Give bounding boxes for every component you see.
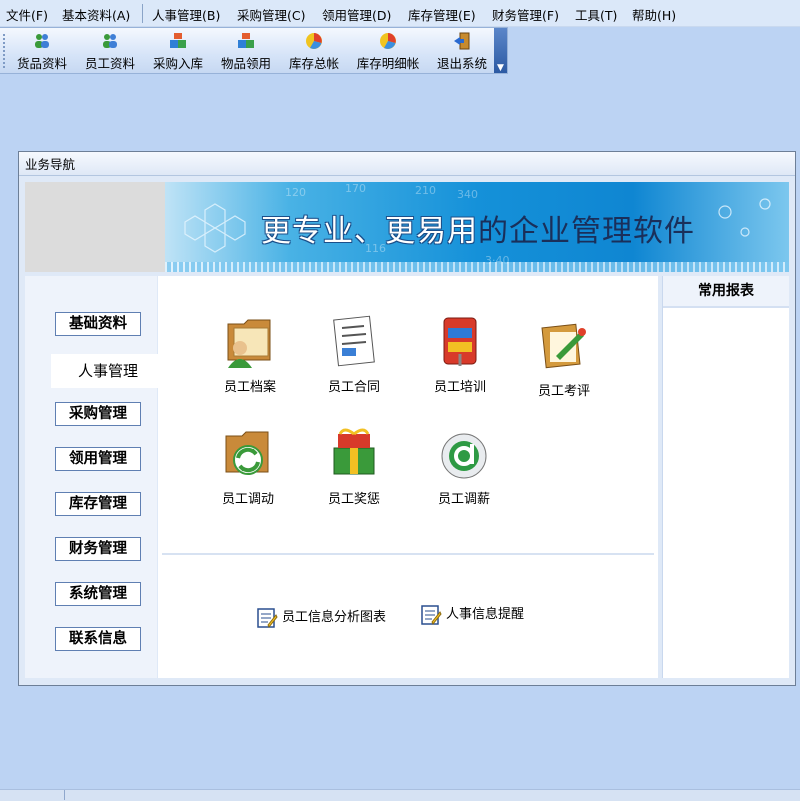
pie-chart-icon: [380, 33, 396, 49]
banner: 120 170 116 210 340 3·40 更专业、更易用的企业管理软件: [165, 182, 789, 272]
banner-slogan-part2: 的企业管理软件: [478, 214, 695, 249]
common-reports-title: 常用报表: [663, 276, 789, 308]
status-bar-cell: [0, 790, 65, 800]
toolbar-purchase-in-button[interactable]: 采购入库: [150, 30, 206, 72]
report-icon: [421, 604, 442, 625]
quick-link-label: 人事信息提醒: [446, 607, 525, 622]
toolbar-grip[interactable]: [3, 34, 5, 68]
menu-bar: 文件(F) 基本资料(A) 人事管理(B) 采购管理(C) 领用管理(D) 库存…: [0, 0, 800, 27]
module-panel: 员工档案 员工合同 员工培训 员工考评 员工调动 员工奖惩 员工调薪 员工信息分…: [158, 276, 658, 678]
banner-ruler-strip: [165, 262, 789, 272]
contract-icon: [333, 315, 375, 367]
evaluation-icon: [541, 323, 586, 369]
toolbar-requisition-button[interactable]: 物品领用: [218, 30, 274, 72]
banner-slogan-part1: 更专业、更易用: [261, 214, 478, 249]
module-employee-reward[interactable]: 员工奖惩: [314, 426, 394, 507]
reward-gift-icon: [333, 428, 375, 475]
banner-left-panel: [25, 182, 165, 272]
toolbar-exit-button[interactable]: 退出系统: [434, 30, 490, 72]
menu-finance[interactable]: 财务管理(F): [492, 5, 559, 24]
toolbar-label: 退出系统: [436, 56, 487, 71]
business-navigation-window: 业务导航 120 170 116 210 340 3·40 更专业、更易用的企业管理软件…: [18, 151, 796, 686]
people-icon: [35, 34, 49, 48]
module-label: 员工合同: [327, 380, 380, 395]
nav-purchase-management[interactable]: 采购管理: [55, 402, 141, 426]
module-label: 员工考评: [537, 384, 590, 399]
toolbar-label: 物品领用: [220, 56, 271, 71]
common-reports-panel: 常用报表: [662, 276, 789, 678]
exit-door-icon: [454, 32, 470, 50]
menu-inventory[interactable]: 库存管理(E): [408, 5, 476, 24]
module-label: 员工档案: [223, 380, 276, 395]
svg-text:340: 340: [457, 188, 478, 201]
menu-file[interactable]: 文件(F): [6, 5, 48, 24]
module-employee-training[interactable]: 员工培训: [420, 314, 500, 395]
category-nav: 基础资料 人事管理 采购管理 领用管理 库存管理 财务管理 系统管理 联系信息: [25, 276, 165, 678]
menu-tools[interactable]: 工具(T): [575, 5, 617, 24]
quick-link-employee-analysis-chart[interactable]: 员工信息分析图表: [256, 606, 386, 629]
quick-link-label: 员工信息分析图表: [282, 610, 387, 625]
module-employee-file[interactable]: 员工档案: [210, 314, 290, 395]
module-label: 员工奖惩: [327, 492, 380, 507]
transfer-icon: [225, 431, 269, 475]
salary-icon: [441, 433, 487, 479]
toolbar: 货品资料 员工资料 采购入库 物品领用 库存总帐 库存明细帐 退出系统 ▼: [0, 27, 508, 74]
nav-requisition-management[interactable]: 领用管理: [55, 447, 141, 471]
svg-text:120: 120: [285, 186, 306, 199]
toolbar-label: 库存总帐: [288, 56, 339, 71]
toolbar-label: 员工资料: [84, 56, 135, 71]
module-employee-evaluation[interactable]: 员工考评: [524, 318, 604, 399]
module-label: 员工培训: [433, 380, 486, 395]
pie-chart-icon: [306, 33, 322, 49]
module-label: 员工调薪: [437, 492, 490, 507]
nav-finance-management[interactable]: 财务管理: [55, 537, 141, 561]
menu-requisition[interactable]: 领用管理(D): [322, 5, 391, 24]
toolbar-goods-button[interactable]: 货品资料: [14, 30, 70, 72]
toolbar-staff-button[interactable]: 员工资料: [82, 30, 138, 72]
training-icon: [443, 317, 477, 366]
menu-purchase[interactable]: 采购管理(C): [237, 5, 305, 24]
window-title: 业务导航: [19, 152, 795, 176]
nav-system-management[interactable]: 系统管理: [55, 582, 141, 606]
status-bar: [0, 789, 800, 801]
toolbar-overflow-chevron-icon[interactable]: ▼: [494, 28, 507, 73]
quick-link-hr-reminder[interactable]: 人事信息提醒: [420, 603, 524, 626]
people-icon: [103, 34, 117, 48]
section-divider: [162, 553, 654, 555]
nav-basic-data[interactable]: 基础资料: [55, 312, 141, 336]
boxes-icon: [238, 33, 254, 48]
report-icon: [257, 607, 278, 628]
toolbar-stock-ledger-button[interactable]: 库存总帐: [286, 30, 342, 72]
boxes-icon: [170, 33, 186, 48]
menu-help[interactable]: 帮助(H): [632, 5, 676, 24]
nav-contact-info[interactable]: 联系信息: [55, 627, 141, 651]
module-label: 员工调动: [221, 492, 274, 507]
toolbar-label: 货品资料: [16, 56, 67, 71]
menu-hr[interactable]: 人事管理(B): [152, 5, 220, 24]
module-employee-transfer[interactable]: 员工调动: [208, 426, 288, 507]
menu-separator: [142, 4, 143, 23]
employee-file-icon: [227, 319, 271, 368]
svg-text:210: 210: [415, 184, 436, 197]
banner-slogan: 更专业、更易用的企业管理软件: [261, 206, 695, 250]
nav-hr-management[interactable]: 人事管理: [51, 354, 165, 388]
menu-basic-data[interactable]: 基本资料(A): [62, 5, 130, 24]
toolbar-stock-detail-button[interactable]: 库存明细帐: [354, 30, 422, 72]
toolbar-label: 库存明细帐: [356, 56, 420, 71]
toolbar-label: 采购入库: [152, 56, 203, 71]
nav-inventory-management[interactable]: 库存管理: [55, 492, 141, 516]
module-employee-contract[interactable]: 员工合同: [314, 314, 394, 395]
svg-text:170: 170: [345, 182, 366, 195]
module-employee-salary[interactable]: 员工调薪: [424, 426, 504, 507]
